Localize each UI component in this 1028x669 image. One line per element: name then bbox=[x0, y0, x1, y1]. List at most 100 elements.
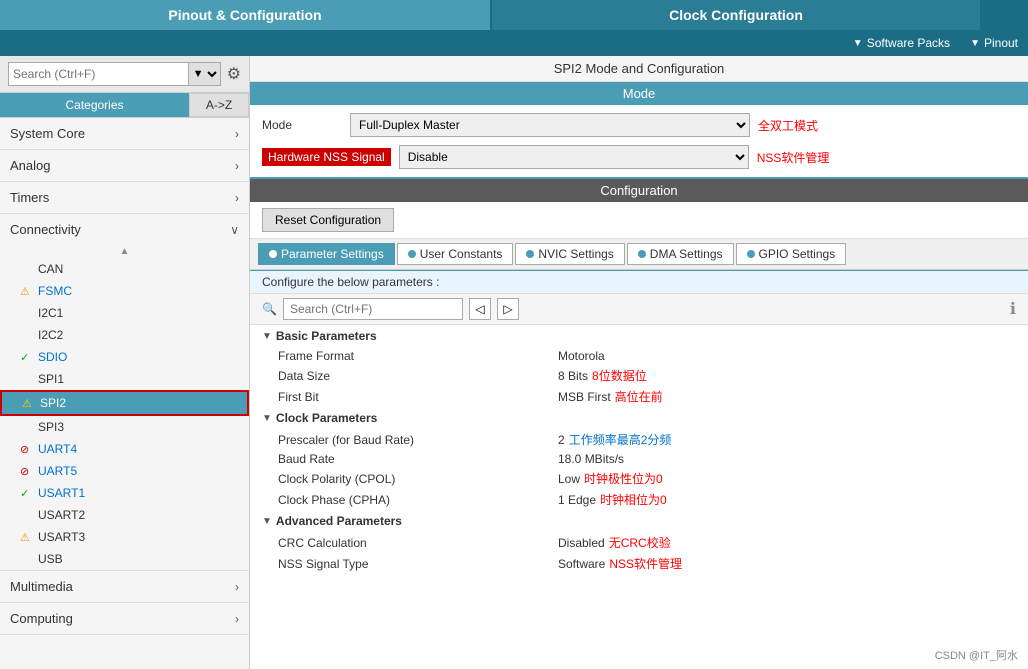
nss-label: Hardware NSS Signal bbox=[262, 148, 391, 166]
sidebar-item-uart5[interactable]: ⊘ UART5 bbox=[0, 460, 249, 482]
param-row-crc: CRC Calculation Disabled 无CRC校验 bbox=[250, 532, 1028, 553]
triangle-down-clock: ▼ bbox=[262, 413, 272, 424]
content-area: SPI2 Mode and Configuration Mode Mode Fu… bbox=[250, 56, 1028, 669]
sidebar-item-usart3[interactable]: ⚠ USART3 bbox=[0, 526, 249, 548]
config-section-header: Configuration bbox=[250, 179, 1028, 202]
chevron-right-icon: › bbox=[235, 127, 239, 141]
sidebar-item-i2c1[interactable]: I2C1 bbox=[0, 302, 249, 324]
connectivity-items: CAN ⚠ FSMC I2C1 I2C2 ✓ bbox=[0, 258, 249, 570]
param-tabs: Parameter Settings User Constants NVIC S… bbox=[250, 239, 1028, 270]
param-row-baud-rate: Baud Rate 18.0 MBits/s bbox=[250, 450, 1028, 468]
tab-dot-user bbox=[408, 250, 416, 258]
param-row-cpol: Clock Polarity (CPOL) Low 时钟极性位为0 bbox=[250, 468, 1028, 489]
mode-section-header: Mode bbox=[250, 82, 1028, 105]
sidebar-section-header-multimedia[interactable]: Multimedia › bbox=[0, 571, 249, 602]
tab-gpio-settings[interactable]: GPIO Settings bbox=[736, 243, 847, 265]
software-packs-btn[interactable]: ▼ Software Packs bbox=[853, 36, 950, 50]
tab-dot-param bbox=[269, 250, 277, 258]
sidebar-item-spi1[interactable]: SPI1 bbox=[0, 368, 249, 390]
sidebar-section-multimedia: Multimedia › bbox=[0, 571, 249, 603]
param-row-frame-format: Frame Format Motorola bbox=[250, 347, 1028, 365]
nss-row: Hardware NSS Signal Disable NSS软件管理 bbox=[262, 145, 1016, 169]
info-icon: ℹ bbox=[1010, 299, 1016, 319]
warning-icon-usart3: ⚠ bbox=[20, 531, 34, 544]
sidebar-section-system-core: System Core › bbox=[0, 118, 249, 150]
search-select[interactable]: ▼ bbox=[188, 63, 220, 85]
warning-icon-spi2: ⚠ bbox=[22, 397, 36, 410]
sub-header: ▼ Software Packs ▼ Pinout bbox=[0, 30, 1028, 56]
sidebar-section-analog: Analog › bbox=[0, 150, 249, 182]
mode-label: Mode bbox=[262, 118, 342, 132]
chevron-right-icon5: › bbox=[235, 612, 239, 626]
sidebar-section-computing: Computing › bbox=[0, 603, 249, 635]
search-input[interactable] bbox=[9, 63, 188, 85]
mode-row: Mode Full-Duplex Master 全双工模式 bbox=[262, 113, 1016, 137]
prev-result-btn[interactable]: ◁ bbox=[469, 298, 491, 320]
sidebar-section-header-analog[interactable]: Analog › bbox=[0, 150, 249, 181]
chevron-down-icon: ▼ bbox=[853, 38, 863, 49]
param-row-data-size: Data Size 8 Bits 8位数据位 bbox=[250, 365, 1028, 386]
tab-dma-settings[interactable]: DMA Settings bbox=[627, 243, 734, 265]
sidebar-item-usart1[interactable]: ✓ USART1 bbox=[0, 482, 249, 504]
sidebar-content: System Core › Analog › Timers › bbox=[0, 118, 249, 669]
chevron-down-icon3: ∨ bbox=[230, 223, 239, 237]
sidebar-search-area: ▼ ⚙ bbox=[0, 56, 249, 93]
tab-nvic-settings[interactable]: NVIC Settings bbox=[515, 243, 624, 265]
sidebar-item-fsmc[interactable]: ⚠ FSMC bbox=[0, 280, 249, 302]
chevron-right-icon2: › bbox=[235, 159, 239, 173]
mode-section: Mode Mode Full-Duplex Master 全双工模式 Hardw… bbox=[250, 82, 1028, 179]
sidebar-section-timers: Timers › bbox=[0, 182, 249, 214]
cancel-icon-uart5: ⊘ bbox=[20, 465, 34, 478]
reset-config-button[interactable]: Reset Configuration bbox=[262, 208, 394, 232]
sidebar-item-i2c2[interactable]: I2C2 bbox=[0, 324, 249, 346]
top-header: Pinout & Configuration Clock Configurati… bbox=[0, 0, 1028, 30]
tab-atoz[interactable]: A->Z bbox=[189, 93, 249, 117]
param-group-header-basic[interactable]: ▼ Basic Parameters bbox=[250, 325, 1028, 347]
param-row-first-bit: First Bit MSB First 高位在前 bbox=[250, 386, 1028, 407]
tab-user-constants[interactable]: User Constants bbox=[397, 243, 514, 265]
mode-rows: Mode Full-Duplex Master 全双工模式 Hardware N… bbox=[250, 105, 1028, 177]
param-group-header-clock[interactable]: ▼ Clock Parameters bbox=[250, 407, 1028, 429]
sidebar-item-can[interactable]: CAN bbox=[0, 258, 249, 280]
pinout-btn[interactable]: ▼ Pinout bbox=[970, 36, 1018, 50]
tab-dot-dma bbox=[638, 250, 646, 258]
main-layout: ▼ ⚙ Categories A->Z System Core › bbox=[0, 56, 1028, 669]
chevron-right-icon3: › bbox=[235, 191, 239, 205]
param-search-input[interactable] bbox=[283, 298, 463, 320]
chevron-right-icon4: › bbox=[235, 580, 239, 594]
param-group-basic: ▼ Basic Parameters Frame Format Motorola… bbox=[250, 325, 1028, 407]
watermark: CSDN @IT_阿水 bbox=[935, 647, 1018, 663]
param-row-nss-signal-type: NSS Signal Type Software NSS软件管理 bbox=[250, 553, 1028, 574]
tab-parameter-settings[interactable]: Parameter Settings bbox=[258, 243, 395, 265]
param-desc: Configure the below parameters : bbox=[250, 270, 1028, 294]
mode-annotation: 全双工模式 bbox=[758, 117, 818, 134]
sidebar-item-spi3[interactable]: SPI3 bbox=[0, 416, 249, 438]
header-pinout[interactable]: Pinout & Configuration bbox=[0, 0, 490, 30]
param-group-advanced: ▼ Advanced Parameters CRC Calculation Di… bbox=[250, 510, 1028, 574]
mode-select[interactable]: Full-Duplex Master bbox=[350, 113, 750, 137]
sidebar-item-uart4[interactable]: ⊘ UART4 bbox=[0, 438, 249, 460]
nss-select[interactable]: Disable bbox=[399, 145, 749, 169]
warning-icon-fsmc: ⚠ bbox=[20, 285, 34, 298]
sidebar-item-usart2[interactable]: USART2 bbox=[0, 504, 249, 526]
tab-categories[interactable]: Categories bbox=[0, 93, 189, 117]
search-input-wrap: ▼ bbox=[8, 62, 221, 86]
sidebar-section-header-system-core[interactable]: System Core › bbox=[0, 118, 249, 149]
sidebar-item-usb[interactable]: USB bbox=[0, 548, 249, 570]
sidebar-section-header-timers[interactable]: Timers › bbox=[0, 182, 249, 213]
config-section: Configuration Reset Configuration Parame… bbox=[250, 179, 1028, 669]
sidebar-item-spi2[interactable]: ⚠ SPI2 bbox=[0, 390, 249, 416]
sidebar-section-header-computing[interactable]: Computing › bbox=[0, 603, 249, 634]
sidebar-tabs: Categories A->Z bbox=[0, 93, 249, 118]
sidebar-item-sdio[interactable]: ✓ SDIO bbox=[0, 346, 249, 368]
param-row-cpha: Clock Phase (CPHA) 1 Edge 时钟相位为0 bbox=[250, 489, 1028, 510]
triangle-down-advanced: ▼ bbox=[262, 516, 272, 527]
next-result-btn[interactable]: ▷ bbox=[497, 298, 519, 320]
header-clock[interactable]: Clock Configuration bbox=[490, 0, 980, 30]
triangle-down-basic: ▼ bbox=[262, 331, 272, 342]
nss-annotation: NSS软件管理 bbox=[757, 149, 830, 166]
param-group-header-advanced[interactable]: ▼ Advanced Parameters bbox=[250, 510, 1028, 532]
param-content: Configure the below parameters : 🔍 ◁ ▷ ℹ… bbox=[250, 270, 1028, 669]
sidebar-section-header-connectivity[interactable]: Connectivity ∨ bbox=[0, 214, 249, 245]
gear-icon[interactable]: ⚙ bbox=[227, 64, 241, 84]
